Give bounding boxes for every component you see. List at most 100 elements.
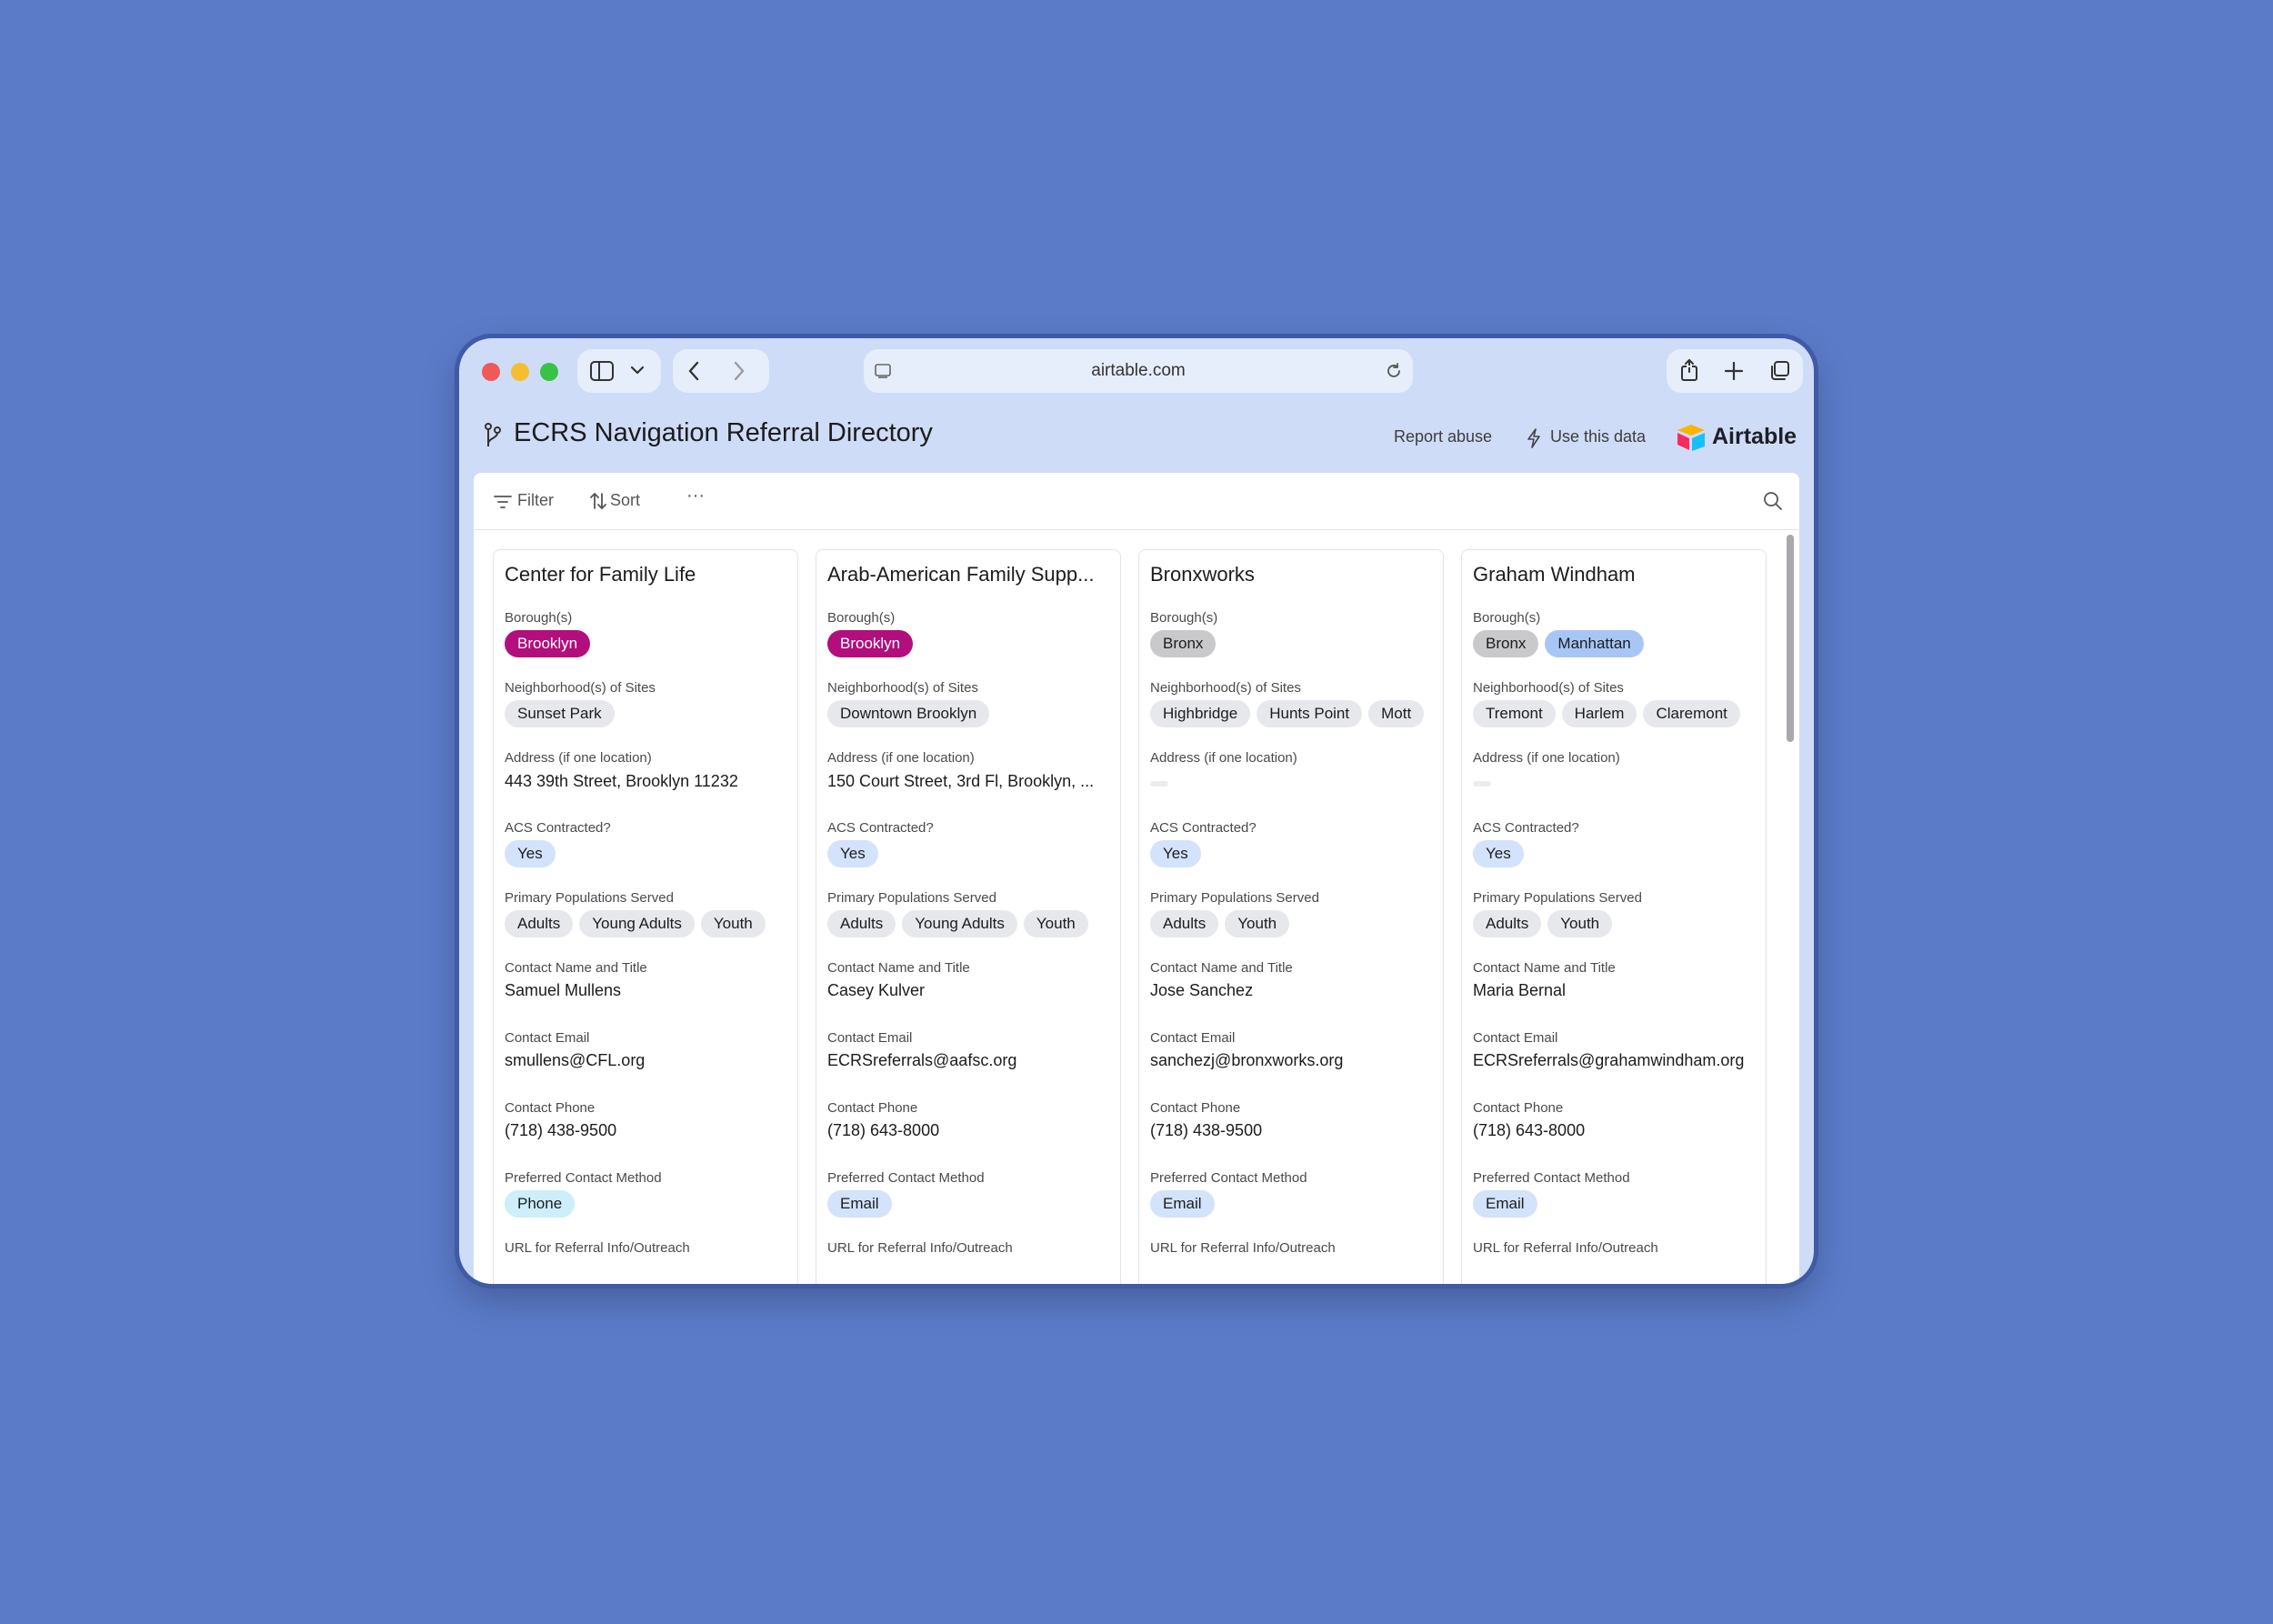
airtable-logo-icon (1677, 425, 1705, 451)
field-value-neighborhoods: Downtown Brooklyn (827, 700, 1116, 729)
field-label-contact-email: Contact Email (1150, 1030, 1236, 1046)
field-value-contact-email: sanchezj@bronxworks.org (1150, 1051, 1344, 1069)
field-value-preferred-method: Email (1150, 1190, 1439, 1219)
field-label-url: URL for Referral Info/Outreach (827, 1240, 1013, 1256)
field-value-contact-phone: (718) 438-9500 (1150, 1121, 1263, 1139)
tag-chip: Young Adults (902, 910, 1017, 937)
field-label-contact-phone: Contact Phone (827, 1100, 918, 1116)
sidebar-icon[interactable] (590, 361, 614, 381)
field-value-populations: Adults Youth (1150, 910, 1439, 939)
tag-chip: Youth (1023, 910, 1088, 937)
close-window-button[interactable] (482, 363, 500, 381)
field-label-contact-phone: Contact Phone (1150, 1100, 1241, 1116)
app-header: ECRS Navigation Referral Directory Repor… (459, 407, 1814, 471)
field-label-boroughs: Borough(s) (827, 610, 896, 626)
field-value-neighborhoods: Sunset Park (505, 700, 794, 729)
tag-chip: Manhattan (1545, 630, 1644, 657)
record-card[interactable]: Bronxworks Borough(s) Bronx Neighborhood(s)… (1138, 549, 1444, 1284)
search-icon[interactable] (1763, 491, 1783, 511)
tag-chip: Highbridge (1150, 700, 1251, 727)
share-icon[interactable] (1679, 358, 1699, 382)
field-label-populations: Primary Populations Served (827, 890, 996, 906)
back-icon[interactable] (687, 361, 700, 381)
tag-chip: Adults (1473, 910, 1542, 937)
field-value-populations: Adults Young Adults Youth (505, 910, 794, 939)
empty-value-placeholder (1150, 781, 1168, 787)
airtable-brand[interactable]: Airtable (1712, 424, 1797, 450)
field-value-preferred-method: Email (1473, 1190, 1762, 1219)
field-value-contact-name: Samuel Mullens (505, 981, 622, 999)
use-this-data-button[interactable]: Use this data (1550, 427, 1646, 446)
report-abuse-link[interactable]: Report abuse (1394, 427, 1492, 446)
record-card[interactable]: Center for Family Life Borough(s) Brooklyn… (493, 549, 798, 1284)
field-value-contact-email: ECRSreferrals@aafsc.org (827, 1051, 1017, 1069)
field-value-boroughs: Brooklyn (505, 630, 794, 659)
empty-value-placeholder (1473, 781, 1491, 787)
forward-icon[interactable] (733, 361, 746, 381)
field-label-address: Address (if one location) (1150, 750, 1297, 766)
field-value-address: 150 Court Street, 3rd Fl, Brooklyn, ... (827, 772, 1095, 790)
field-value-acs: Yes (1150, 840, 1439, 869)
field-label-contact-name: Contact Name and Title (505, 960, 647, 976)
tag-chip: Yes (1150, 840, 1201, 867)
field-value-contact-phone: (718) 643-8000 (1473, 1121, 1586, 1139)
field-label-address: Address (if one location) (1473, 750, 1620, 766)
field-label-contact-email: Contact Email (505, 1030, 590, 1046)
tag-chip: Adults (827, 910, 896, 937)
sort-button[interactable]: Sort (610, 491, 640, 510)
field-label-boroughs: Borough(s) (1473, 610, 1541, 626)
field-value-contact-email: ECRSreferrals@grahamwindham.org (1473, 1051, 1745, 1069)
chevron-down-icon[interactable] (630, 365, 645, 376)
field-label-preferred-method: Preferred Contact Method (505, 1170, 662, 1186)
field-label-neighborhoods: Neighborhood(s) of Sites (1473, 680, 1624, 696)
filter-icon[interactable] (494, 495, 512, 509)
tag-chip: Adults (1150, 910, 1219, 937)
tag-chip: Yes (505, 840, 556, 867)
sort-icon[interactable] (590, 492, 606, 510)
filter-button[interactable]: Filter (517, 491, 554, 510)
tag-chip: Youth (1225, 910, 1290, 937)
tag-chip: Phone (505, 1190, 576, 1218)
page-title: ECRS Navigation Referral Directory (514, 418, 933, 447)
tab-overview-icon[interactable] (1768, 360, 1790, 382)
card-title: Center for Family Life (505, 563, 696, 586)
field-label-contact-name: Contact Name and Title (1473, 960, 1616, 976)
minimize-window-button[interactable] (511, 363, 529, 381)
field-value-boroughs: Bronx Manhattan (1473, 630, 1762, 659)
more-options-button[interactable]: ··· (686, 486, 705, 506)
field-label-preferred-method: Preferred Contact Method (827, 1170, 985, 1186)
field-label-neighborhoods: Neighborhood(s) of Sites (1150, 680, 1301, 696)
sidebar-toggle-group (577, 349, 661, 393)
field-value-neighborhoods: Highbridge Hunts Point Mott (1150, 700, 1439, 729)
address-bar[interactable]: airtable.com (864, 349, 1413, 393)
browser-toolbar: airtable.com (459, 338, 1814, 407)
reload-icon[interactable] (1386, 363, 1402, 379)
field-label-contact-phone: Contact Phone (1473, 1100, 1564, 1116)
gallery-panel: Filter Sort ··· Center for Family Life Bo… (474, 473, 1799, 1284)
field-value-neighborhoods: Tremont Harlem Claremont (1473, 700, 1762, 729)
field-label-contact-phone: Contact Phone (505, 1100, 596, 1116)
navigation-group (673, 349, 769, 393)
tag-chip: Adults (505, 910, 574, 937)
card-title: Bronxworks (1150, 563, 1255, 586)
branch-icon (485, 423, 501, 446)
field-value-preferred-method: Phone (505, 1190, 794, 1219)
field-label-acs: ACS Contracted? (827, 820, 934, 836)
vertical-scrollbar[interactable] (1787, 535, 1794, 742)
card-title: Arab-American Family Supp... (827, 563, 1095, 586)
field-label-acs: ACS Contracted? (505, 820, 611, 836)
tag-chip: Youth (1547, 910, 1613, 937)
new-tab-icon[interactable] (1724, 361, 1744, 381)
tag-chip: Brooklyn (505, 630, 591, 657)
tag-chip: Brooklyn (827, 630, 914, 657)
field-value-populations: Adults Young Adults Youth (827, 910, 1116, 939)
record-card[interactable]: Arab-American Family Supp... Borough(s) Br… (816, 549, 1121, 1284)
lightning-icon[interactable] (1527, 428, 1541, 448)
field-value-boroughs: Bronx (1150, 630, 1439, 659)
tag-chip: Bronx (1150, 630, 1217, 657)
record-card[interactable]: Graham Windham Borough(s) Bronx Manhattan Ne… (1461, 549, 1767, 1284)
field-label-acs: ACS Contracted? (1150, 820, 1257, 836)
tag-chip: Email (1473, 1190, 1537, 1218)
field-label-preferred-method: Preferred Contact Method (1473, 1170, 1630, 1186)
zoom-window-button[interactable] (540, 363, 558, 381)
